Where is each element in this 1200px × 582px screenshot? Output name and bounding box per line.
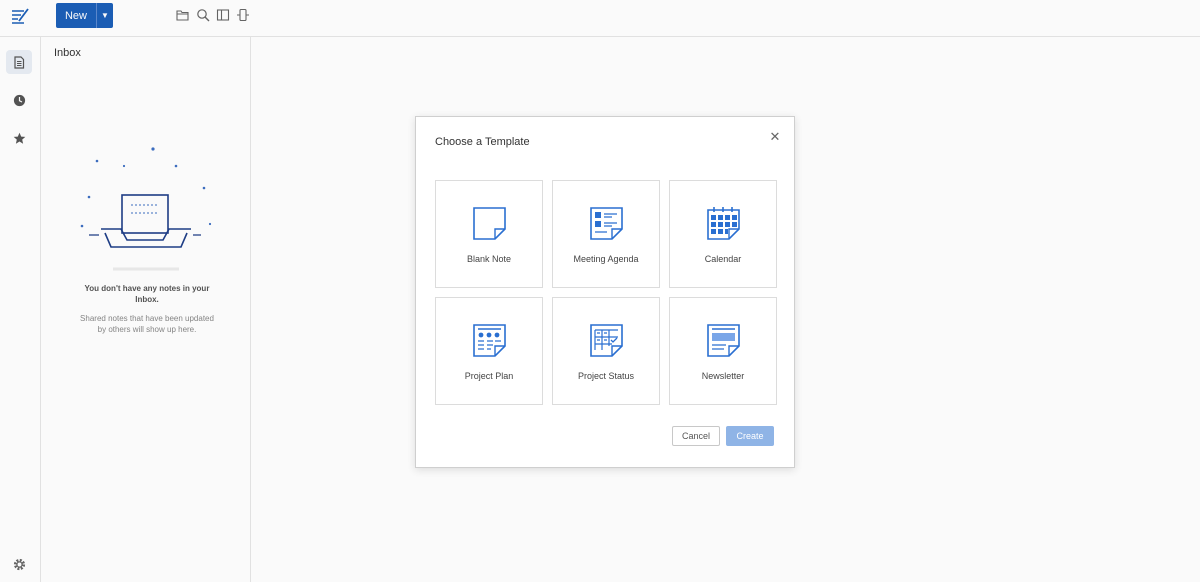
template-label: Meeting Agenda bbox=[573, 254, 639, 264]
blank-note-icon bbox=[473, 207, 506, 240]
dialog-title: Choose a Template bbox=[435, 136, 530, 148]
template-label: Blank Note bbox=[466, 254, 512, 264]
cancel-button[interactable]: Cancel bbox=[672, 426, 720, 446]
template-card-project-plan[interactable]: Project Plan bbox=[435, 297, 543, 405]
newsletter-icon bbox=[707, 324, 740, 357]
close-button[interactable]: ✕ bbox=[768, 130, 782, 144]
template-label: Calendar bbox=[704, 254, 742, 264]
calendar-icon bbox=[707, 207, 740, 240]
template-card-calendar[interactable]: Calendar bbox=[669, 180, 777, 288]
template-card-newsletter[interactable]: Newsletter bbox=[669, 297, 777, 405]
template-card-meeting-agenda[interactable]: Meeting Agenda bbox=[552, 180, 660, 288]
create-button[interactable]: Create bbox=[726, 426, 774, 446]
template-label: Project Plan bbox=[464, 371, 514, 381]
project-status-icon bbox=[590, 324, 623, 357]
template-label: Project Status bbox=[577, 371, 635, 381]
template-label: Newsletter bbox=[701, 371, 745, 381]
meeting-agenda-icon bbox=[590, 207, 623, 240]
template-card-project-status[interactable]: Project Status bbox=[552, 297, 660, 405]
template-card-blank-note[interactable]: Blank Note bbox=[435, 180, 543, 288]
close-icon: ✕ bbox=[769, 129, 781, 144]
project-plan-icon bbox=[473, 324, 506, 357]
choose-template-dialog: Choose a Template ✕ Blank Note Meeting A… bbox=[415, 116, 795, 468]
